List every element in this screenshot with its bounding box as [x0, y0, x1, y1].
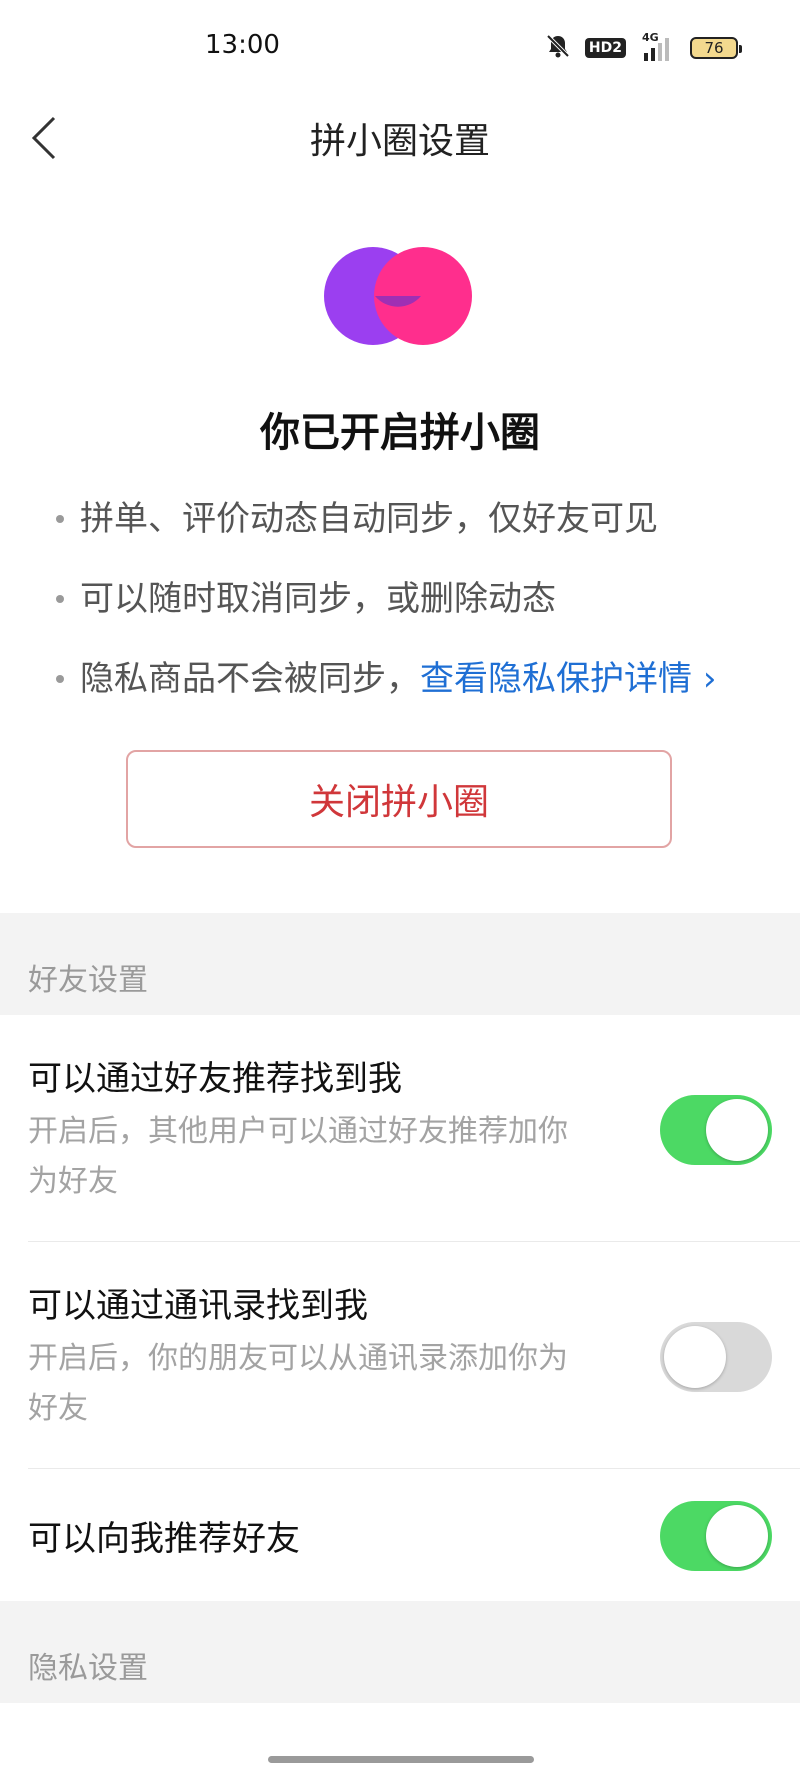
toggle-knob: [706, 1099, 768, 1161]
toggle-recommend-friends[interactable]: [660, 1501, 772, 1571]
setting-row-find-by-recommendation: 可以通过好友推荐找到我 开启后，其他用户可以通过好友推荐加你 为好友: [0, 1015, 800, 1242]
feature-item: 拼单、评价动态自动同步，仅好友可见: [52, 495, 772, 575]
toggle-knob: [706, 1505, 768, 1567]
setting-description: 开启后，你的朋友可以从通讯录添加你为 好友: [28, 1341, 568, 1426]
privacy-details-link[interactable]: 查看隐私保护详情 ›: [420, 659, 716, 699]
section-header-privacy-settings: 隐私设置: [0, 1601, 800, 1703]
setting-row-find-by-contacts: 可以通过通讯录找到我 开启后，你的朋友可以从通讯录添加你为 好友: [0, 1242, 800, 1469]
close-pinxiaoquan-button[interactable]: 关闭拼小圈: [126, 750, 672, 848]
battery-icon: 76: [690, 37, 742, 59]
toggle-find-by-recommendation[interactable]: [660, 1095, 772, 1165]
status-icons: HD2 4G 76: [545, 31, 742, 63]
chevron-right-icon: ›: [702, 659, 717, 699]
setting-title: 可以通过通讯录找到我: [28, 1286, 368, 1326]
feature-list: 拼单、评价动态自动同步，仅好友可见 可以随时取消同步，或删除动态 隐私商品不会被…: [52, 495, 772, 735]
section-header-label: 好友设置: [28, 963, 148, 998]
hero-title: 你已开启拼小圈: [260, 410, 540, 456]
setting-title: 可以通过好友推荐找到我: [28, 1059, 402, 1099]
hd-badge: HD2: [584, 38, 626, 58]
setting-row-recommend-friends: 可以向我推荐好友: [0, 1469, 800, 1601]
page-title: 拼小圈设置: [309, 121, 490, 162]
pinxiaoquan-logo-icon: [324, 247, 472, 345]
feature-item: 隐私商品不会被同步，查看隐私保护详情 ›: [52, 655, 772, 735]
feature-item: 可以随时取消同步，或删除动态: [52, 575, 772, 655]
mute-bell-icon: [545, 33, 571, 63]
section-header-friend-settings: 好友设置: [0, 913, 800, 1015]
toggle-find-by-contacts[interactable]: [660, 1322, 772, 1392]
section-header-label: 隐私设置: [28, 1651, 148, 1686]
status-time: 13:00: [205, 30, 280, 60]
nav-bar: 拼小圈设置: [0, 100, 800, 180]
setting-title: 可以向我推荐好友: [28, 1519, 300, 1559]
home-indicator: [268, 1756, 534, 1763]
toggle-knob: [664, 1326, 726, 1388]
setting-description: 开启后，其他用户可以通过好友推荐加你 为好友: [28, 1114, 568, 1199]
signal-icon: 4G: [640, 31, 676, 61]
status-bar: 13:00 HD2 4G 76: [0, 0, 800, 100]
